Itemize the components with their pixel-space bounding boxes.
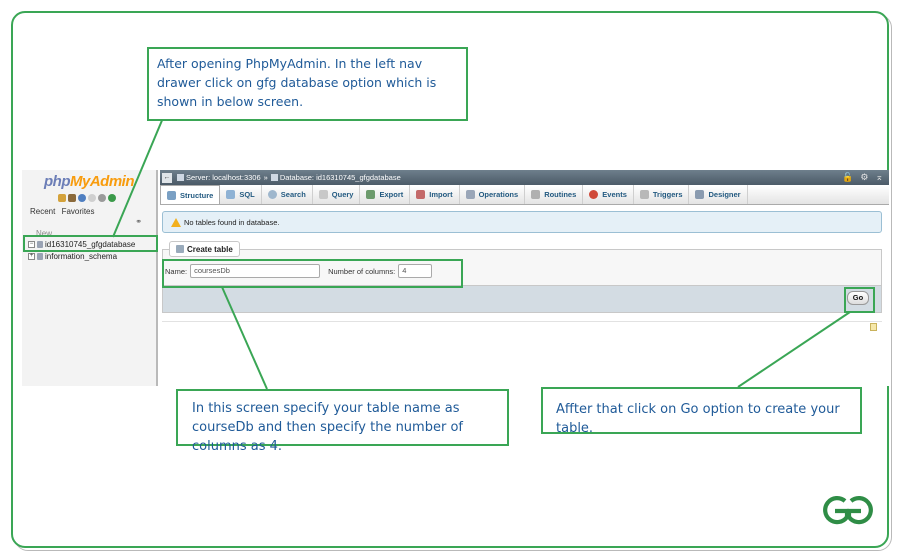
topbar-icons: 🔓 ⚙ ⌅ (842, 172, 883, 183)
settings-icon[interactable] (98, 194, 106, 202)
nav-links: Recent Favorites (30, 207, 99, 216)
tab-operations[interactable]: Operations (460, 185, 526, 204)
callout-step1: After opening PhpMyAdmin. In the left na… (147, 47, 468, 121)
no-tables-notice: No tables found in database. (162, 211, 882, 233)
breadcrumb-database[interactable]: Database: id16310745_gfgdatabase (280, 173, 401, 182)
tab-query[interactable]: Query (313, 185, 361, 204)
left-nav-panel: phpMyAdmin Recent Favorites ⚭ New − id16… (22, 170, 158, 386)
breadcrumb: ← Server: localhost:3306 » Database: id1… (160, 170, 889, 185)
tab-designer[interactable]: Designer (689, 185, 748, 204)
link-icon[interactable]: ⚭ (135, 217, 142, 226)
tab-sql[interactable]: SQL (220, 185, 262, 204)
home-icon[interactable] (58, 194, 66, 202)
reload-icon[interactable] (108, 194, 116, 202)
tab-structure[interactable]: Structure (160, 185, 221, 204)
export-icon (366, 190, 376, 199)
routines-icon (531, 190, 541, 199)
database-item-information-schema[interactable]: + information_schema (28, 252, 117, 261)
info-icon[interactable] (78, 194, 86, 202)
import-icon (416, 190, 426, 199)
gfg-logo (823, 496, 873, 525)
favorites-link[interactable]: Favorites (62, 207, 95, 216)
table-add-icon (176, 245, 184, 253)
collapse-nav-icon[interactable]: ← (162, 172, 172, 183)
warning-icon (171, 217, 181, 227)
callout-step2: In this screen specify your table name a… (176, 389, 509, 454)
highlight-go-button (844, 287, 875, 313)
callout-step3: Affter that click on Go option to create… (541, 387, 862, 436)
sql-icon (226, 190, 236, 199)
console-icon[interactable] (870, 323, 877, 331)
designer-icon (695, 190, 705, 199)
tab-triggers[interactable]: Triggers (634, 185, 690, 204)
clock-icon (589, 190, 599, 199)
divider (162, 321, 882, 322)
highlight-database-item (23, 235, 158, 252)
search-icon (267, 190, 277, 199)
expand-icon[interactable]: + (28, 253, 35, 260)
docs-icon[interactable] (88, 194, 96, 202)
server-icon (177, 174, 184, 181)
minimize-icon[interactable]: ⌅ (875, 172, 883, 183)
gear-icon[interactable]: ⚙ (860, 172, 868, 183)
database-label: information_schema (45, 252, 118, 261)
breadcrumb-server[interactable]: Server: localhost:3306 (186, 173, 261, 182)
notice-text: No tables found in database. (184, 217, 280, 227)
create-table-legend: Create table (169, 241, 240, 257)
database-icon (37, 253, 43, 260)
tab-import[interactable]: Import (410, 185, 460, 204)
breadcrumb-separator: » (263, 173, 268, 182)
structure-icon (167, 190, 176, 200)
nav-quick-icons (58, 194, 116, 202)
tab-routines[interactable]: Routines (525, 185, 584, 204)
database-icon (270, 174, 278, 181)
triggers-icon (639, 190, 649, 199)
wrench-icon (465, 190, 475, 199)
tab-bar: Structure SQL Search Query Export Import… (160, 185, 889, 205)
tab-search[interactable]: Search (262, 185, 313, 204)
highlight-create-table-form (162, 259, 463, 288)
recent-link[interactable]: Recent (30, 207, 55, 216)
phpmyadmin-logo[interactable]: phpMyAdmin (44, 173, 135, 190)
tab-export[interactable]: Export (360, 185, 411, 204)
tab-events[interactable]: Events (583, 185, 634, 204)
bookmark-icon[interactable] (68, 194, 76, 202)
query-icon (318, 190, 328, 199)
form-footer (162, 285, 882, 313)
lock-icon[interactable]: 🔓 (842, 172, 853, 183)
